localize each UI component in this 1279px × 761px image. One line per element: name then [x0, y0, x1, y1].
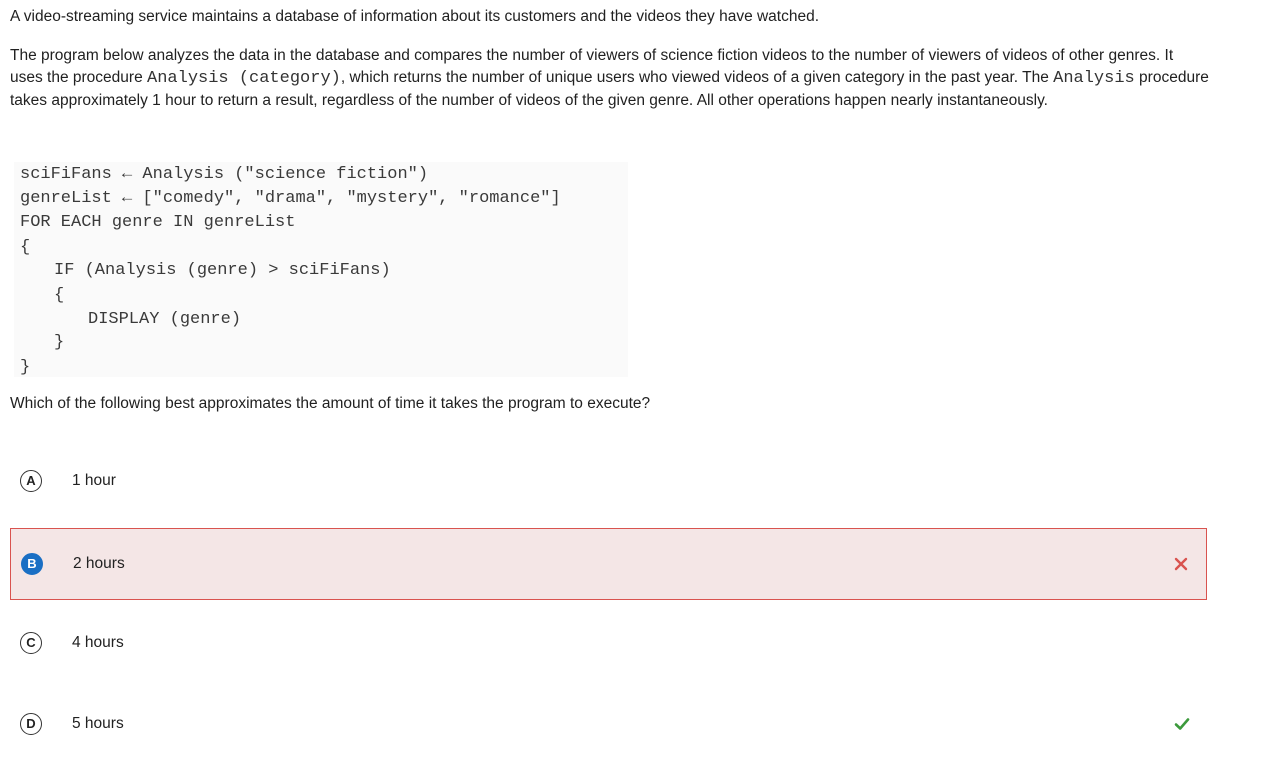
- choice-letter-a: A: [20, 470, 42, 492]
- choice-c[interactable]: C 4 hours: [10, 608, 1207, 680]
- code-line-1: sciFiFans ← Analysis ("science fiction"): [20, 165, 429, 184]
- choice-label-d: 5 hours: [72, 715, 124, 732]
- choice-label-a: 1 hour: [72, 472, 116, 489]
- description-paragraph: The program below analyzes the data in t…: [10, 45, 1210, 112]
- code-line-2: genreList ← ["comedy", "drama", "mystery…: [20, 189, 561, 208]
- code-line-5: IF (Analysis (genre) > sciFiFans): [54, 261, 391, 280]
- choice-b[interactable]: B 2 hours: [10, 528, 1207, 600]
- choice-a[interactable]: A 1 hour: [10, 446, 1207, 518]
- choice-letter-b: B: [21, 553, 43, 575]
- close-icon: [1174, 557, 1188, 571]
- check-icon: [1174, 718, 1190, 730]
- code-line-7: DISPLAY (genre): [88, 310, 242, 329]
- description-part-2: , which returns the number of unique use…: [340, 69, 1054, 86]
- code-line-9: }: [20, 358, 31, 377]
- code-line-6: {: [54, 286, 65, 305]
- code-line-3: FOR EACH genre IN genreList: [20, 213, 296, 232]
- choice-label-c: 4 hours: [72, 634, 124, 651]
- choice-letter-d: D: [20, 713, 42, 735]
- choice-d[interactable]: D 5 hours: [10, 689, 1207, 761]
- choice-letter-c: C: [20, 632, 42, 654]
- inline-code-analysis: Analysis: [1053, 69, 1135, 88]
- intro-text: A video-streaming service maintains a da…: [10, 8, 820, 25]
- choice-label-b: 2 hours: [73, 555, 125, 572]
- code-line-4: {: [20, 238, 31, 257]
- inline-code-analysis-category: Analysis (category): [147, 69, 341, 88]
- code-line-8: }: [54, 333, 65, 352]
- question-text: Which of the following best approximates…: [10, 395, 651, 412]
